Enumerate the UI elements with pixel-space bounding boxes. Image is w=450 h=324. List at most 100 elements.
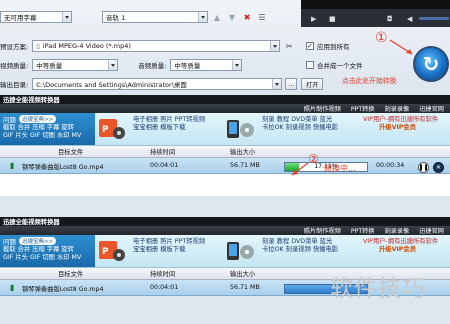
photo-links-1[interactable]: 电子相册 照片 PPT转视频 <box>133 116 205 124</box>
svg-text:P: P <box>102 247 109 257</box>
photo-links-2[interactable]: 宝宝相册 模板下载 <box>133 124 205 132</box>
top-menu: 照片制作视频 PPT转换 刻录录像 迅捷官网 <box>0 226 450 235</box>
apply-all-row: ✓ 应用到所有 <box>306 41 350 51</box>
ppt-icon[interactable]: P <box>98 117 126 141</box>
feature-links-2[interactable]: GIF 片头 GIF 切图 水印 MV <box>3 132 92 140</box>
list-icon[interactable]: ☰ <box>256 11 268 23</box>
file-duration: 00:04:01 <box>150 284 179 291</box>
subtitle-select[interactable]: 无可用字幕 <box>0 11 72 23</box>
chevron-down-icon <box>198 12 207 22</box>
convert-icon: ↻ <box>422 52 440 76</box>
volume-slider[interactable] <box>419 17 449 20</box>
convert-button[interactable]: ↻ <box>413 46 449 82</box>
merge-row: 合并成一个文件 <box>306 60 363 70</box>
menu-burn[interactable]: 刻录录像 <box>385 226 410 235</box>
apply-all-checkbox[interactable]: ✓ <box>306 42 314 50</box>
col-duration[interactable]: 持续时间 <box>150 147 175 156</box>
burn-links-2[interactable]: 卡拉OK 刻录视频 快播电影 <box>262 246 338 254</box>
preset-select[interactable]: ▯ iPad MPEG-4 Video (*.mp4) <box>32 40 281 52</box>
dvd-icon[interactable] <box>225 117 255 141</box>
photo-links-1[interactable]: 电子相册 照片 PPT转视频 <box>133 238 205 246</box>
burn-links-1[interactable]: 刻录 教程 DVD菜单 蓝光 <box>262 238 338 246</box>
file-size: 56.71 MB <box>230 284 260 291</box>
col-target-file[interactable]: 目标文件 <box>58 269 83 278</box>
play-icon[interactable]: ▶ <box>311 12 316 25</box>
menu-burn[interactable]: 刻录录像 <box>385 104 410 113</box>
delete-icon[interactable]: ✖ <box>241 11 253 23</box>
menu-website[interactable]: 迅捷官网 <box>419 226 444 235</box>
file-icon: ▮ <box>10 283 15 292</box>
feature-links-1[interactable]: 截取 合并 压缩 字幕 旋转 <box>3 124 92 132</box>
screenshot-root: 无可用字幕 音轨 1 ▲ ▼ ✖ ☰ 预设方案: ▯ iPad MPEG-4 V… <box>0 0 450 324</box>
file-name: 钢琴弹奏曲版Lost8 Go.mp4 <box>22 286 104 293</box>
feature-links-2[interactable]: GIF 片头 GIF 切图 水印 MV <box>3 254 92 262</box>
preset-label: 预设方案: <box>0 43 29 51</box>
col-target-file[interactable]: 目标文件 <box>58 147 83 156</box>
col-output-size[interactable]: 输出大小 <box>230 269 255 278</box>
menu-ppt[interactable]: PPT转换 <box>351 226 375 235</box>
quality-row: 视频质量: 中等质量 音频质量: 中等质量 <box>0 59 243 71</box>
open-folder-button[interactable]: 打开 <box>301 78 324 90</box>
audio-track-select[interactable]: 音轨 1 <box>102 11 208 23</box>
menu-website[interactable]: 迅捷官网 <box>419 104 444 113</box>
file-name: 钢琴弹奏曲版Lost8 Go.mp4 <box>22 164 104 171</box>
step1-text: 点击此处开始转换 <box>342 77 397 85</box>
menu-ppt[interactable]: PPT转换 <box>351 104 375 113</box>
merge-checkbox[interactable] <box>306 61 314 69</box>
guide-link[interactable]: 迅捷宝典>> <box>19 115 57 123</box>
stop-icon[interactable]: ■ <box>329 12 336 25</box>
preset-row: 预设方案: ▯ iPad MPEG-4 Video (*.mp4) ✂ <box>0 40 295 52</box>
preset-value: iPad MPEG-4 Video (*.mp4) <box>42 42 131 50</box>
feature-links-1[interactable]: 截取 合并 压缩 字幕 旋转 <box>3 246 92 254</box>
output-dir-value: C:\Documents and Settings\Administrator\… <box>36 81 187 89</box>
menu-photo-video[interactable]: 照片制作视频 <box>304 104 341 113</box>
ppt-icon[interactable]: P <box>98 239 126 263</box>
vip-text: VIP用户-拥有迅捷所有软件 <box>363 116 439 123</box>
promo-banner: 问题 迅捷宝典>> 截取 合并 压缩 字幕 旋转 GIF 片头 GIF 切图 水… <box>0 235 450 268</box>
subtitle-value: 无可用字幕 <box>4 14 37 22</box>
vip-upgrade-link[interactable]: 升级VIP会员 <box>363 124 438 132</box>
col-output-size[interactable]: 输出大小 <box>230 147 255 156</box>
burn-links-2[interactable]: 卡拉OK 刻录视频 快播电影 <box>262 124 338 132</box>
audio-quality-select[interactable]: 中等质量 <box>170 59 243 71</box>
chevron-down-icon <box>272 79 282 89</box>
elapsed-time: 00:00:34 <box>376 162 405 169</box>
step2-text: 转换中... <box>324 164 356 173</box>
video-quality-value: 中等质量 <box>36 62 63 70</box>
file-list-body <box>0 174 450 196</box>
vip-upgrade-link[interactable]: 升级VIP会员 <box>363 246 438 254</box>
down-arrow-icon[interactable]: ▼ <box>226 11 238 23</box>
remove-button[interactable]: ✕ <box>433 162 444 173</box>
video-quality-select[interactable]: 中等质量 <box>32 59 119 71</box>
audio-quality-label: 音频质量: <box>138 62 167 70</box>
output-dir-label: 输出目录: <box>0 81 29 89</box>
file-row[interactable]: ▮ 钢琴弹奏曲版Lost8 Go.mp4 00:04:01 56.71 MB 1… <box>0 158 450 174</box>
pause-button[interactable]: ❚❚ <box>418 162 429 173</box>
photo-links-2[interactable]: 宝宝相册 模板下载 <box>133 246 205 254</box>
col-duration[interactable]: 持续时间 <box>150 269 175 278</box>
help-panel: 问题 迅捷宝典>> 截取 合并 压缩 字幕 旋转 GIF 片头 GIF 切图 水… <box>0 113 95 145</box>
chevron-down-icon <box>62 12 71 22</box>
file-duration: 00:04:01 <box>150 162 179 169</box>
browse-button[interactable]: … <box>285 78 298 90</box>
output-dir-field[interactable]: C:\Documents and Settings\Administrator\… <box>32 78 283 90</box>
vip-promo: VIP用户-拥有迅捷所有软件 升级VIP会员 <box>363 116 438 132</box>
volume-icon[interactable]: ◀ <box>407 12 412 25</box>
burn-links-1[interactable]: 刻录 教程 DVD菜单 蓝光 <box>262 116 338 124</box>
burn-links: 刻录 教程 DVD菜单 蓝光 卡拉OK 刻录视频 快播电影 <box>262 116 338 132</box>
step1-number: ① <box>375 30 388 46</box>
dvd-icon[interactable] <box>225 239 255 263</box>
file-size: 56.71 MB <box>230 162 260 169</box>
wrench-icon[interactable]: ✂ <box>283 40 295 52</box>
menu-photo-video[interactable]: 照片制作视频 <box>304 226 341 235</box>
up-arrow-icon[interactable]: ▲ <box>211 11 223 23</box>
guide-link[interactable]: 迅捷宝典>> <box>19 237 57 245</box>
output-dir-row: 输出目录: C:\Documents and Settings\Administ… <box>0 78 324 90</box>
subtitle-row: 无可用字幕 音轨 1 ▲ ▼ ✖ ☰ <box>0 11 268 23</box>
camera-icon[interactable]: ◘ <box>387 12 393 25</box>
window-title: 迅捷全能视频转换器 <box>0 217 450 226</box>
audio-quality-value: 中等质量 <box>174 62 201 70</box>
converter-window-1: 迅捷全能视频转换器 照片制作视频 PPT转换 刻录录像 迅捷官网 问题 迅捷宝典… <box>0 95 450 196</box>
photo-links: 电子相册 照片 PPT转视频 宝宝相册 模板下载 <box>133 116 205 132</box>
preview-screen <box>301 0 450 9</box>
